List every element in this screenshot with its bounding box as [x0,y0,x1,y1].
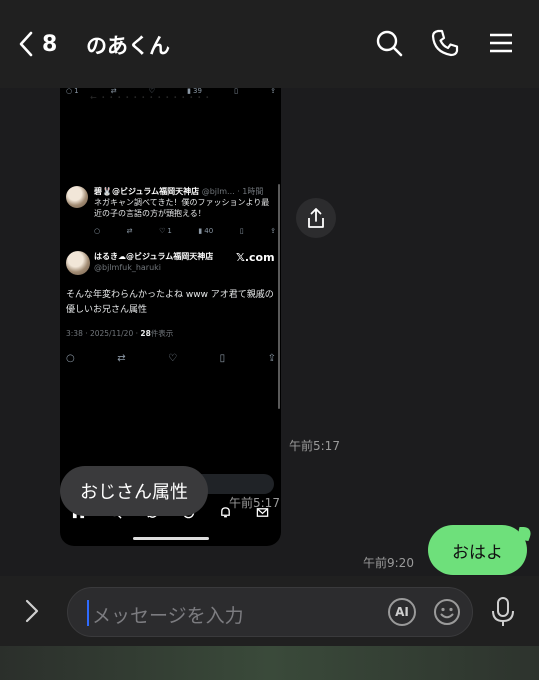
tweet2-name: はるき☁@ビジュラム福岡天神店 [94,252,214,261]
tweet0-actions: ○ 1 ⇄ ♡ ▮ 39 ▯ ⇪ [66,88,276,98]
phone-icon[interactable] [430,28,460,58]
microphone-icon[interactable] [490,596,516,628]
retweet-icon: ⇄ [110,88,117,95]
ai-button[interactable]: AI [388,598,416,626]
bookmark-icon: ▯ [234,88,238,95]
share-small-icon: ⇪ [270,227,276,235]
incoming-message[interactable]: おじさん属性 [60,466,208,516]
like-icon: ♡ 1 [159,227,172,235]
retweet-icon: ⇄ [117,352,126,364]
chat-header: 8 のあくん [0,0,539,88]
share-small-icon: ⇪ [267,352,276,364]
chat-title: のあくん [86,34,170,58]
like-icon: ♡ [148,88,156,95]
retweet-icon: ⇄ [126,227,133,235]
outgoing-timestamp: 午前9:20 [363,556,414,570]
reply-icon: ○ [66,352,75,364]
reply-icon: ○ 1 [66,88,79,95]
x-logo: 𝕏.com [236,251,275,264]
back-button[interactable]: 8 [16,30,57,58]
reply-icon: ○ [94,227,101,235]
share-icon [308,208,324,228]
share-small-icon: ⇪ [270,88,276,95]
tweet2-actions: ○ ⇄ ♡ ▯ ⇪ [66,351,276,365]
views-icon: ▮ 39 [187,88,202,95]
tweet2-handle: @bjlmfuk_haruki [94,263,162,272]
tweet2-meta: 3:38 · 2025/11/20 · 28件表示 [66,329,174,338]
avatar [66,186,88,208]
tweet1-name: 碧🐰@ビジュラム福岡天神店 @bjlm... · 1時間 [94,187,264,196]
views-icon: ▮ 40 [198,227,214,235]
message-placeholder: メッセージを入力 [92,605,244,627]
tweet1-actions: ○ ⇄ ♡ 1 ▮ 40 ▯ ⇪ [94,224,276,238]
outgoing-message[interactable]: おはよ [428,525,527,575]
search-icon[interactable] [374,28,404,58]
incoming-timestamp: 午前5:17 [229,496,280,510]
text-caret [87,600,89,626]
avatar [66,251,90,275]
tweet2-text: そんな年変わらんかったよね www アオ君て親戚の優しいお兄さん属性 [66,290,274,315]
bookmark-icon: ▯ [219,352,226,364]
keyboard-area [0,646,539,680]
home-indicator [133,537,209,540]
menu-icon[interactable] [486,28,516,58]
share-button[interactable] [296,198,336,238]
image-timestamp: 午前5:17 [289,439,340,453]
screenshot-scrollbar [278,184,280,409]
chevron-right-icon[interactable] [22,598,42,624]
chat-area[interactable]: ← ・・・・・・・・・・・・・・ ○ 1 ⇄ ♡ ▮ 39 ▯ ⇪ 碧🐰@ビジュ… [0,88,539,576]
unread-count: 8 [42,31,58,57]
message-input[interactable]: メッセージを入力 AI [67,587,473,637]
tweet1-text: ネガキャン調べてきた！僕のファッションより最近の子の言語の方が頭抱える！ [94,198,270,218]
bookmark-icon: ▯ [239,227,244,235]
emoji-icon[interactable] [433,598,461,626]
like-icon: ♡ [168,352,178,364]
chevron-left-icon [19,31,33,57]
message-input-bar: メッセージを入力 AI [0,576,539,646]
